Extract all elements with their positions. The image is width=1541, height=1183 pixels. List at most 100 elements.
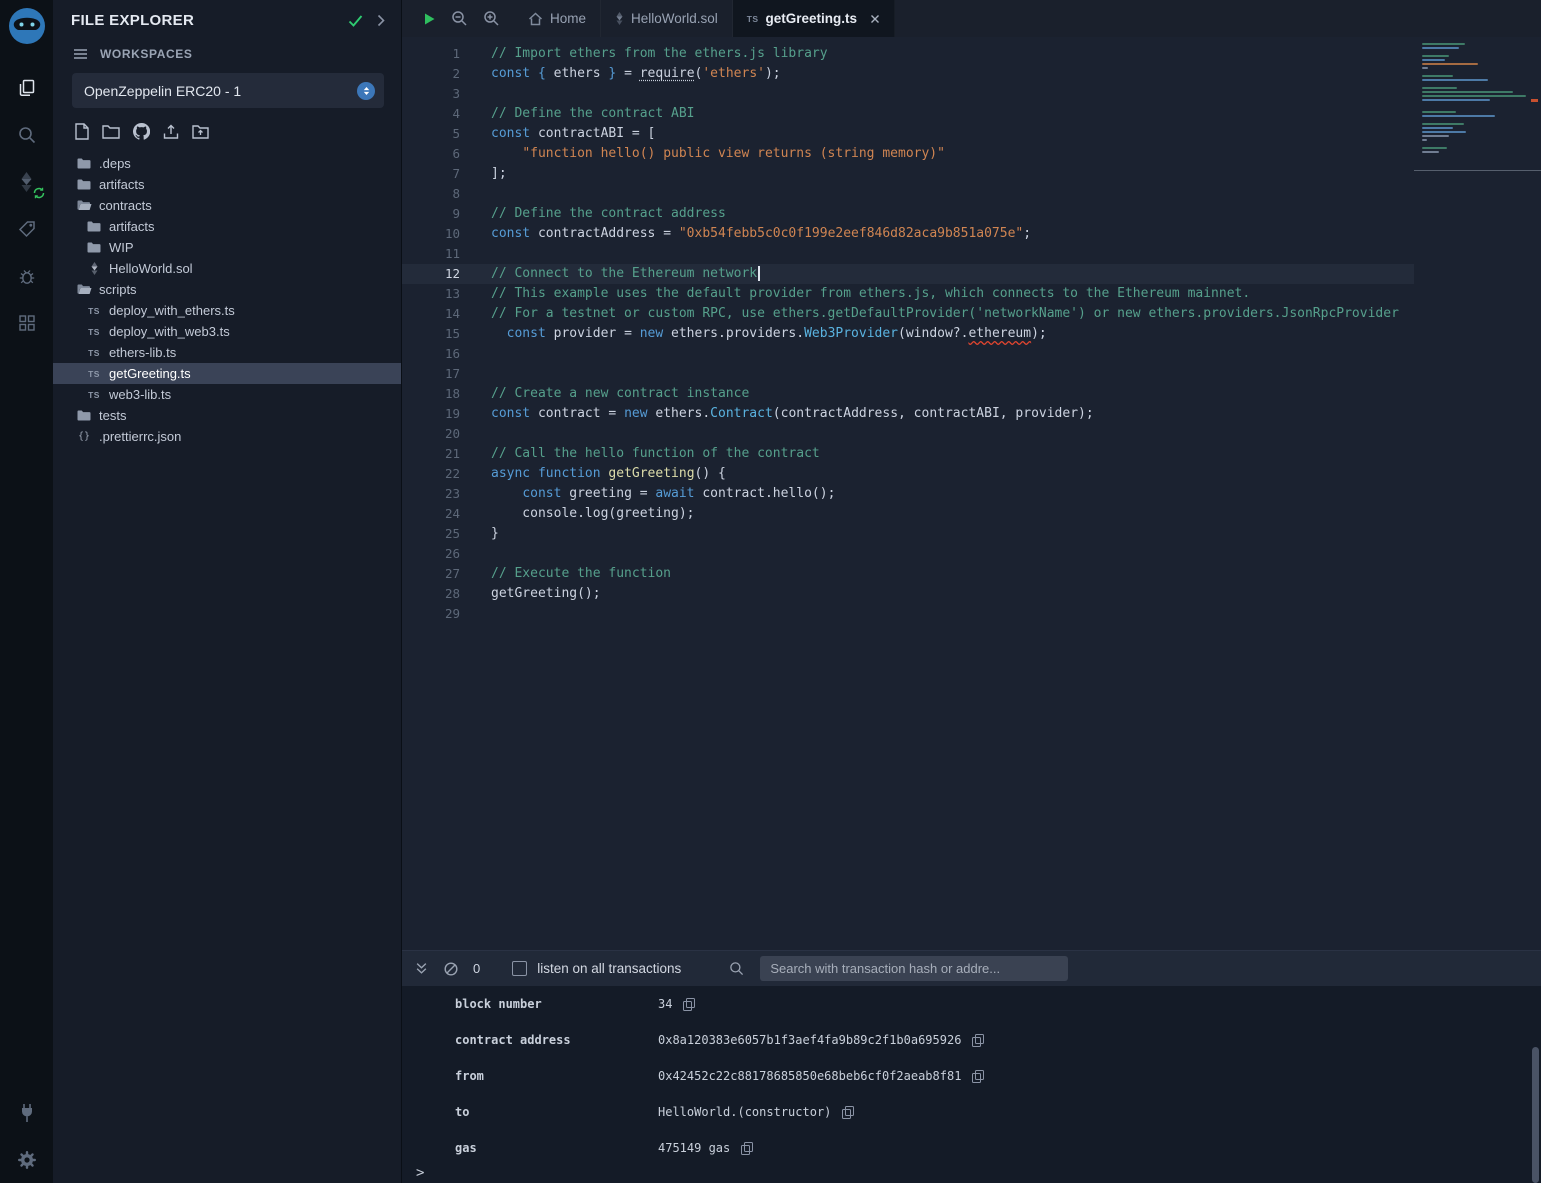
copy-icon[interactable] — [683, 998, 695, 1011]
line-number: 29 — [402, 604, 460, 624]
minimap-line — [1422, 59, 1445, 61]
code-line-9[interactable]: 9// Define the contract address — [402, 204, 1541, 224]
zoom-in-icon[interactable] — [483, 10, 500, 27]
workspace-switch-icon[interactable] — [357, 82, 375, 100]
code-line-1[interactable]: 1// Import ethers from the ethers.js lib… — [402, 44, 1541, 64]
tree-item-label: web3-lib.ts — [109, 387, 171, 402]
line-number: 16 — [402, 344, 460, 364]
github-gist-icon[interactable] — [133, 123, 150, 140]
code-line-23[interactable]: 23 const greeting = await contract.hello… — [402, 484, 1541, 504]
upload-file-icon[interactable] — [163, 124, 179, 140]
tab-home[interactable]: Home — [514, 0, 601, 37]
detail-value: 0x42452c22c88178685850e68beb6cf0f2aeab8f… — [658, 1069, 961, 1083]
line-number: 15 — [402, 324, 460, 344]
run-script-button[interactable] — [422, 12, 436, 26]
tree-item-wip[interactable]: WIP — [53, 237, 401, 258]
code-line-27[interactable]: 27// Execute the function — [402, 564, 1541, 584]
file-tree: .depsartifactscontractsartifactsWIPHello… — [53, 153, 401, 447]
code-line-7[interactable]: 7]; — [402, 164, 1541, 184]
code-editor[interactable]: 1// Import ethers from the ethers.js lib… — [402, 37, 1541, 950]
tree-item-ethers-lib-ts[interactable]: TSethers-lib.ts — [53, 342, 401, 363]
code-line-13[interactable]: 13// This example uses the default provi… — [402, 284, 1541, 304]
code-line-29[interactable]: 29 — [402, 604, 1541, 624]
accept-check-icon[interactable] — [348, 15, 363, 27]
detail-key: to — [455, 1105, 658, 1119]
tree-item-label: deploy_with_ethers.ts — [109, 303, 235, 318]
terminal-panel[interactable]: block number34contract address0x8a120383… — [402, 986, 1541, 1183]
tree-item-artifacts[interactable]: artifacts — [53, 174, 401, 195]
minimap[interactable] — [1414, 37, 1541, 950]
debugger-icon[interactable] — [0, 252, 53, 299]
tree-item-contracts[interactable]: contracts — [53, 195, 401, 216]
workspace-dropdown[interactable]: OpenZeppelin ERC20 - 1 — [72, 73, 384, 108]
transaction-details: block number34contract address0x8a120383… — [402, 986, 1541, 1166]
code-line-26[interactable]: 26 — [402, 544, 1541, 564]
tree-item-helloworld-sol[interactable]: HelloWorld.sol — [53, 258, 401, 279]
new-file-icon[interactable] — [75, 123, 89, 140]
tree-item-artifacts[interactable]: artifacts — [53, 216, 401, 237]
tree-item--deps[interactable]: .deps — [53, 153, 401, 174]
code-line-3[interactable]: 3 — [402, 84, 1541, 104]
line-number: 9 — [402, 204, 460, 224]
code-line-6[interactable]: 6 "function hello() public view returns … — [402, 144, 1541, 164]
tab-helloworld-sol[interactable]: HelloWorld.sol — [601, 0, 733, 37]
upload-folder-icon[interactable] — [192, 124, 209, 139]
code-line-15[interactable]: 15 const provider = new ethers.providers… — [402, 324, 1541, 344]
tree-item-deploy-with-web3-ts[interactable]: TSdeploy_with_web3.ts — [53, 321, 401, 342]
terminal-search-input[interactable] — [760, 956, 1068, 981]
plugin-manager-icon[interactable] — [0, 299, 53, 346]
tab-getgreeting-ts[interactable]: TS getGreeting.ts — [733, 0, 895, 37]
listen-checkbox[interactable] — [512, 961, 527, 976]
code-line-10[interactable]: 10const contractAddress = "0xb54febb5c0c… — [402, 224, 1541, 244]
listen-on-all-transactions-toggle[interactable]: listen on all transactions — [512, 961, 681, 976]
code-line-5[interactable]: 5const contractABI = [ — [402, 124, 1541, 144]
tree-item-web3-lib-ts[interactable]: TSweb3-lib.ts — [53, 384, 401, 405]
remix-logo[interactable] — [7, 6, 47, 46]
code-line-25[interactable]: 25} — [402, 524, 1541, 544]
code-line-17[interactable]: 17 — [402, 364, 1541, 384]
workspaces-menu-icon[interactable] — [73, 48, 88, 60]
minimap-line — [1422, 147, 1447, 149]
deploy-run-icon[interactable] — [0, 205, 53, 252]
expand-terminal-icon[interactable] — [415, 962, 428, 975]
code-text: // Define the contract ABI — [460, 104, 695, 124]
new-folder-icon[interactable] — [102, 124, 120, 139]
search-icon[interactable] — [0, 111, 53, 158]
code-line-12[interactable]: 12// Connect to the Ethereum network — [402, 264, 1541, 284]
line-number: 12 — [402, 264, 460, 284]
line-number: 7 — [402, 164, 460, 184]
code-line-24[interactable]: 24 console.log(greeting); — [402, 504, 1541, 524]
code-line-11[interactable]: 11 — [402, 244, 1541, 264]
code-line-16[interactable]: 16 — [402, 344, 1541, 364]
tree-item-tests[interactable]: tests — [53, 405, 401, 426]
tree-item-deploy-with-ethers-ts[interactable]: TSdeploy_with_ethers.ts — [53, 300, 401, 321]
terminal-scrollbar-thumb[interactable] — [1532, 1047, 1539, 1183]
copy-icon[interactable] — [972, 1034, 984, 1047]
code-line-8[interactable]: 8 — [402, 184, 1541, 204]
tree-item--prettierrc-json[interactable]: {}.prettierrc.json — [53, 426, 401, 447]
chevron-right-icon[interactable] — [377, 14, 385, 27]
tree-item-getgreeting-ts[interactable]: TSgetGreeting.ts — [53, 363, 401, 384]
copy-icon[interactable] — [741, 1142, 753, 1155]
code-line-14[interactable]: 14// For a testnet or custom RPC, use et… — [402, 304, 1541, 324]
code-line-4[interactable]: 4// Define the contract ABI — [402, 104, 1541, 124]
settings-gear-icon[interactable] — [0, 1136, 53, 1183]
clear-console-icon[interactable] — [444, 962, 458, 976]
copy-icon[interactable] — [842, 1106, 854, 1119]
code-line-28[interactable]: 28getGreeting(); — [402, 584, 1541, 604]
code-line-2[interactable]: 2const { ethers } = require('ethers'); — [402, 64, 1541, 84]
solidity-compiler-icon[interactable] — [0, 158, 53, 205]
line-number: 19 — [402, 404, 460, 424]
zoom-out-icon[interactable] — [451, 10, 468, 27]
plug-icon[interactable] — [0, 1089, 53, 1136]
code-line-22[interactable]: 22async function getGreeting() { — [402, 464, 1541, 484]
close-tab-icon[interactable] — [870, 14, 880, 24]
file-explorer-icon[interactable] — [0, 64, 53, 111]
code-line-19[interactable]: 19const contract = new ethers.Contract(c… — [402, 404, 1541, 424]
copy-icon[interactable] — [972, 1070, 984, 1083]
code-line-20[interactable]: 20 — [402, 424, 1541, 444]
code-line-18[interactable]: 18// Create a new contract instance — [402, 384, 1541, 404]
tree-item-scripts[interactable]: scripts — [53, 279, 401, 300]
code-line-21[interactable]: 21// Call the hello function of the cont… — [402, 444, 1541, 464]
terminal-prompt[interactable]: > — [416, 1165, 424, 1181]
